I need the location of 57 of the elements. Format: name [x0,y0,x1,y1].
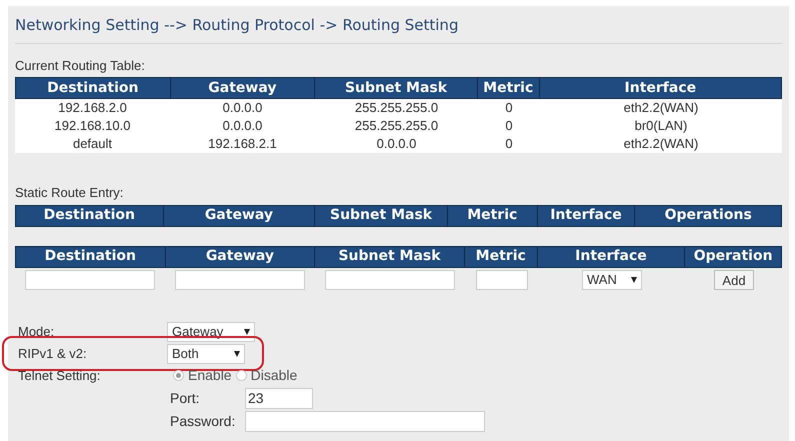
radio-button[interactable] [173,370,184,381]
table-cell-text: 0.0.0.0 [376,135,418,153]
table-cell-text: 0.0.0.0 [222,117,264,135]
setting-label: Telnet Setting: [17,366,102,385]
field-label: Port: [170,388,201,408]
caret-icon [234,350,240,356]
column-header: Gateway [164,206,316,226]
column-header: Subnet Mask [315,78,478,98]
column-header: Subnet Mask [315,206,448,226]
caret-icon [631,277,637,283]
column-header: Destination [16,78,171,98]
table-cell-text: 192.168.2.0 [57,99,128,117]
column-header: Interface [538,246,686,266]
column-header: Metric [464,246,538,266]
dropdown[interactable]: WAN [582,270,642,290]
column-header: Metric [448,206,538,226]
column-header: Operations [664,206,753,225]
table-cell-text: 192.168.2.1 [207,135,278,153]
add-button[interactable]: Add [714,270,754,290]
table-cell-text: eth2.2(WAN) [622,135,700,153]
input-field[interactable] [25,270,155,290]
input-field[interactable]: 23 [245,388,313,408]
column-header: Interface [624,78,698,98]
setting-label: RIPv1 & v2: [17,344,88,363]
table-cell-text: 0 [504,99,514,117]
section-label: Static Route Entry: [15,184,124,202]
table-cell-text: br0(LAN) [634,117,688,135]
dropdown[interactable]: Both [167,344,245,364]
setting-label: Mode: [17,322,56,341]
dropdown[interactable]: Gateway [167,322,255,342]
column-header: Operation [692,247,774,266]
table-cell-text: 0.0.0.0 [222,99,264,117]
table-cell-text: 255.255.255.0 [354,99,440,117]
table-cell-text: default [72,135,114,153]
section-label: Current Routing Table: [15,56,146,75]
input-field[interactable] [325,270,455,290]
input-field[interactable] [476,270,528,290]
table-cell-text: 0 [504,117,514,135]
column-header: Subnet Mask [315,246,465,266]
column-header: Gateway [170,78,316,98]
column-header: Destination [16,246,166,266]
caret-icon [244,328,250,334]
table-cell-text: 0 [504,135,514,153]
table-cell-text: 255.255.255.0 [354,117,440,135]
column-header: Gateway [166,246,316,266]
column-header: Interface [538,206,636,226]
column-header: Destination [16,206,164,226]
table-cell-text: eth2.2(WAN) [622,99,700,117]
table-cell-text: 192.168.10.0 [54,117,132,135]
column-header: Metric [478,78,540,98]
field-label: Password: [170,412,236,430]
radio-label: Enable [188,366,232,385]
input-field[interactable] [245,410,485,432]
radio-label: Disable [250,366,298,385]
breadcrumb-title: Networking Setting --> Routing Protocol -> Routing Setting [15,14,782,44]
radio-button[interactable] [236,370,247,381]
input-field[interactable] [175,270,305,290]
